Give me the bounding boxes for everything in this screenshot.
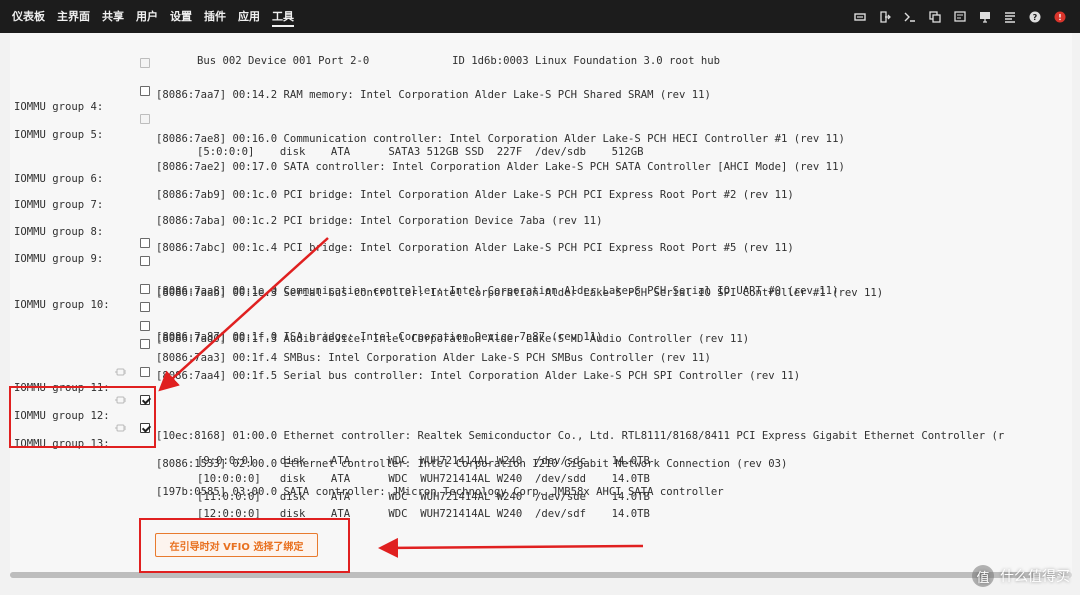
disk-line: [11:0:0:0] disk ATA WDC WUH721414AL W240… <box>197 491 650 503</box>
nav-settings[interactable]: 设置 <box>164 0 198 33</box>
nav-tools[interactable]: 工具 <box>266 0 300 33</box>
power-icon[interactable] <box>1047 0 1072 33</box>
nav-main[interactable]: 主界面 <box>51 0 96 33</box>
toolbar-icons: ? <box>847 0 1072 33</box>
watermark: 值 什么值得买 <box>972 565 1070 587</box>
plug-icon <box>115 368 126 376</box>
iommu-group-5: IOMMU group 5: [8086:7ae2] 00:17.0 SATA … <box>10 111 845 173</box>
list-item: [8086:7aa3] 00:1f.4 SMBus: Intel Corpora… <box>10 318 711 364</box>
list-icon[interactable] <box>997 0 1022 33</box>
iommu-group-11: IOMMU group 11: [10ec:8168] 01:00.0 Ethe… <box>10 364 1004 442</box>
nav-apps[interactable]: 应用 <box>232 0 266 33</box>
list-item: [8086:7aa4] 00:1f.5 Serial bus controlle… <box>10 336 800 382</box>
list-item: [8086:7aa7] 00:14.2 RAM memory: Intel Co… <box>10 55 711 101</box>
nav-dashboard[interactable]: 仪表板 <box>6 0 51 33</box>
iommu-group-7: IOMMU group 7: [8086:7aba] 00:1c.2 PCI b… <box>14 199 603 227</box>
iommu-group-6: IOMMU group 6: [8086:7ab9] 00:1c.0 PCI b… <box>14 173 794 201</box>
list-item: [8086:7ad0] 00:1f.3 Audio device: Intel … <box>10 299 749 345</box>
watermark-text: 什么值得买 <box>1000 569 1070 585</box>
annotation-box-button <box>139 518 350 573</box>
device-checkbox[interactable] <box>140 86 150 96</box>
device-checkbox <box>140 58 150 68</box>
logout-icon[interactable] <box>872 0 897 33</box>
list-item: [8086:7aab] 00:1e.3 Serial bus controlle… <box>10 253 883 299</box>
sync-icon[interactable] <box>847 0 872 33</box>
device-checkbox[interactable] <box>140 238 150 248</box>
iommu-group-10: IOMMU group 10: [8086:7a87] 00:1f.0 ISA … <box>10 281 602 343</box>
iommu-group-9: IOMMU group 9: [8086:7aa8] 00:1e.0 Commu… <box>10 235 838 297</box>
device-checkbox[interactable] <box>140 367 150 377</box>
disk-line: [12:0:0:0] disk ATA WDC WUH721414AL W240… <box>197 508 650 520</box>
terminal-icon[interactable] <box>897 0 922 33</box>
iommu-group-4: IOMMU group 4: [8086:7ae8] 00:16.0 Commu… <box>10 83 845 145</box>
device-checkbox[interactable] <box>140 321 150 331</box>
device-checkbox <box>140 114 150 124</box>
copy-icon[interactable] <box>922 0 947 33</box>
device-checkbox[interactable] <box>140 302 150 312</box>
device-checkbox[interactable] <box>140 256 150 266</box>
top-navigation-bar: 仪表板 主界面 共享 用户 设置 插件 应用 工具 ? <box>0 0 1080 33</box>
disk-line: [10:0:0:0] disk ATA WDC WUH721414AL W240… <box>197 473 650 485</box>
device-checkbox[interactable] <box>140 339 150 349</box>
disk-line: [5:0:0:0] disk ATA SATA3 512GB SSD 227F … <box>197 146 644 158</box>
monitor-icon[interactable] <box>972 0 997 33</box>
notes-icon[interactable] <box>947 0 972 33</box>
usb-line: Bus 002 Device 001 Port 2-0 ID 1d6b:0003… <box>197 55 720 67</box>
main-nav: 仪表板 主界面 共享 用户 设置 插件 应用 工具 <box>0 0 300 33</box>
svg-text:?: ? <box>1032 13 1037 22</box>
iommu-device-list: Bus 002 Device 001 Port 2-0 ID 1d6b:0003… <box>10 33 1072 578</box>
watermark-logo: 值 <box>972 565 994 587</box>
nav-plugins[interactable]: 插件 <box>198 0 232 33</box>
device-checkbox[interactable] <box>140 284 150 294</box>
nav-users[interactable]: 用户 <box>130 0 164 33</box>
nav-shares[interactable]: 共享 <box>96 0 130 33</box>
annotation-box-groups <box>9 386 156 448</box>
help-icon[interactable]: ? <box>1022 0 1047 33</box>
iommu-group-8: IOMMU group 8: [8086:7abc] 00:1c.4 PCI b… <box>14 226 794 254</box>
